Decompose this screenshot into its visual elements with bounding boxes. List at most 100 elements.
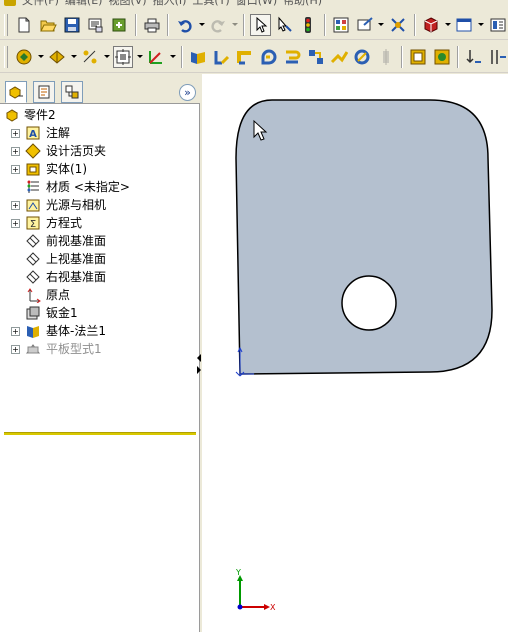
featuremanager-tab[interactable] <box>5 81 27 103</box>
tree-item-label: 平板型式1 <box>46 342 102 356</box>
tree-item-label: 实体(1) <box>46 162 87 176</box>
expand-toggle[interactable]: + <box>11 326 20 336</box>
toolbar-separator <box>243 13 246 36</box>
insert-bends-button[interactable] <box>464 46 484 68</box>
options-button[interactable] <box>331 14 352 36</box>
menu-help[interactable]: 帮助(H) <box>283 0 322 8</box>
sheet-metal-bends-button[interactable] <box>188 46 208 68</box>
section-view-button[interactable] <box>112 45 134 68</box>
jog-button[interactable] <box>305 46 325 68</box>
window-dropdown[interactable] <box>478 14 485 36</box>
rip-button[interactable] <box>488 46 508 68</box>
toolbar-grip[interactable] <box>4 13 8 36</box>
toolbar-grip[interactable] <box>4 45 8 68</box>
print-button[interactable] <box>142 14 163 36</box>
menu-bar: 文件(F) 编辑(E) 视图(V) 插入(I) 工具(T) 窗口(W) 帮助(H… <box>0 0 508 8</box>
sketched-bend-button[interactable] <box>329 46 349 68</box>
display-style-dropdown[interactable] <box>70 46 77 68</box>
triad-x-label: X <box>270 603 276 612</box>
view-settings-dropdown[interactable] <box>169 46 176 68</box>
tree-item-solid-bodies[interactable]: + 实体(1) <box>0 160 200 178</box>
view-settings-button[interactable] <box>146 46 166 68</box>
sheet-metal-icon <box>25 305 41 321</box>
reference-triad: Y X <box>235 568 276 612</box>
undo-dropdown[interactable] <box>198 14 205 36</box>
cross-break-button[interactable] <box>352 46 372 68</box>
print-preview-button[interactable] <box>85 14 106 36</box>
edge-flange-button[interactable] <box>235 46 255 68</box>
tree-item-lights-cameras[interactable]: + 光源与相机 <box>0 196 200 214</box>
tree-item-flat-pattern[interactable]: + 平板型式1 <box>0 340 200 358</box>
traffic-light-button[interactable] <box>298 14 319 36</box>
display-style-button[interactable] <box>47 46 67 68</box>
section-view-dropdown[interactable] <box>136 46 143 68</box>
base-flange-button[interactable] <box>211 46 231 68</box>
tree-item-design-binder[interactable]: + 设计活页夹 <box>0 142 200 160</box>
fold-button[interactable] <box>432 46 452 68</box>
cube-view-button[interactable] <box>421 14 442 36</box>
tree-item-origin[interactable]: 原点 <box>0 286 200 304</box>
base-flange-icon <box>25 323 41 339</box>
menu-edit[interactable]: 编辑(E) <box>65 0 103 8</box>
graphics-area[interactable]: Y X <box>202 74 508 632</box>
new-document-button[interactable] <box>14 14 35 36</box>
open-button[interactable] <box>38 14 59 36</box>
window-button[interactable] <box>454 14 475 36</box>
configurationmanager-tab[interactable] <box>61 81 83 103</box>
red-cube-icon <box>424 16 438 33</box>
cross-break-icon <box>354 49 370 64</box>
redo-dropdown[interactable] <box>232 14 239 36</box>
menu-window[interactable]: 窗口(W) <box>236 0 277 8</box>
tree-item-equations[interactable]: + Σ 方程式 <box>0 214 200 232</box>
tree-item-top-plane[interactable]: 上视基准面 <box>0 250 200 268</box>
task-pane-button[interactable] <box>487 14 508 36</box>
tree-item-label: 钣金1 <box>46 306 78 320</box>
tree-root[interactable]: 零件2 <box>0 106 200 124</box>
edit-appearance-button[interactable] <box>354 14 375 36</box>
undo-button[interactable] <box>174 14 195 36</box>
redo-button[interactable] <box>208 14 229 36</box>
toolbar-separator <box>167 13 170 36</box>
photoworks-button[interactable] <box>388 14 409 36</box>
expand-toggle[interactable]: + <box>11 128 20 138</box>
appearance-icon <box>357 16 373 30</box>
tree-item-base-flange[interactable]: + 基体-法兰1 <box>0 322 200 340</box>
window-icon <box>456 18 472 31</box>
tree-item-right-plane[interactable]: 右视基准面 <box>0 268 200 286</box>
expand-toggle[interactable]: + <box>11 218 20 228</box>
unfold-button[interactable] <box>408 46 428 68</box>
select-button[interactable] <box>250 13 272 36</box>
menu-view[interactable]: 视图(V) <box>108 0 146 8</box>
expand-toggle[interactable]: + <box>11 200 20 210</box>
hide-show-button[interactable] <box>80 46 100 68</box>
cube-dropdown[interactable] <box>444 14 451 36</box>
tree-item-annotations[interactable]: + A 注解 <box>0 124 200 142</box>
rebuild-button[interactable] <box>109 14 130 36</box>
menu-tools[interactable]: 工具(T) <box>192 0 229 8</box>
hem-button[interactable] <box>282 46 302 68</box>
menu-insert[interactable]: 插入(I) <box>153 0 187 8</box>
flatten-button[interactable] <box>376 46 396 68</box>
tree-item-material[interactable]: 材质 <未指定> <box>0 178 200 196</box>
expand-toggle[interactable]: + <box>11 146 20 156</box>
featuremanager-icon <box>9 86 23 99</box>
miter-flange-button[interactable] <box>258 46 278 68</box>
view-orientation-dropdown[interactable] <box>37 46 44 68</box>
task-pane-icon <box>490 18 506 31</box>
sheet-metal-part[interactable] <box>235 99 493 375</box>
rollback-bar[interactable] <box>4 432 196 435</box>
feature-manager-pane: » 零件2 + A 注解 + 设计活页夹 + 实体(1) 材质 <未指定> + … <box>0 74 200 632</box>
expand-toggle[interactable]: + <box>11 344 20 354</box>
expand-toggle[interactable]: + <box>11 164 20 174</box>
collapse-pane-button[interactable]: » <box>179 84 196 101</box>
axes-view-icon <box>149 50 163 64</box>
view-orientation-button[interactable] <box>14 46 34 68</box>
hide-show-dropdown[interactable] <box>103 46 110 68</box>
save-button[interactable] <box>61 14 82 36</box>
smart-select-button[interactable] <box>274 14 295 36</box>
menu-file[interactable]: 文件(F) <box>22 0 59 8</box>
propertymanager-tab[interactable] <box>33 81 55 103</box>
tree-item-sheet-metal[interactable]: 钣金1 <box>0 304 200 322</box>
tree-item-front-plane[interactable]: 前视基准面 <box>0 232 200 250</box>
appearance-dropdown[interactable] <box>378 14 385 36</box>
